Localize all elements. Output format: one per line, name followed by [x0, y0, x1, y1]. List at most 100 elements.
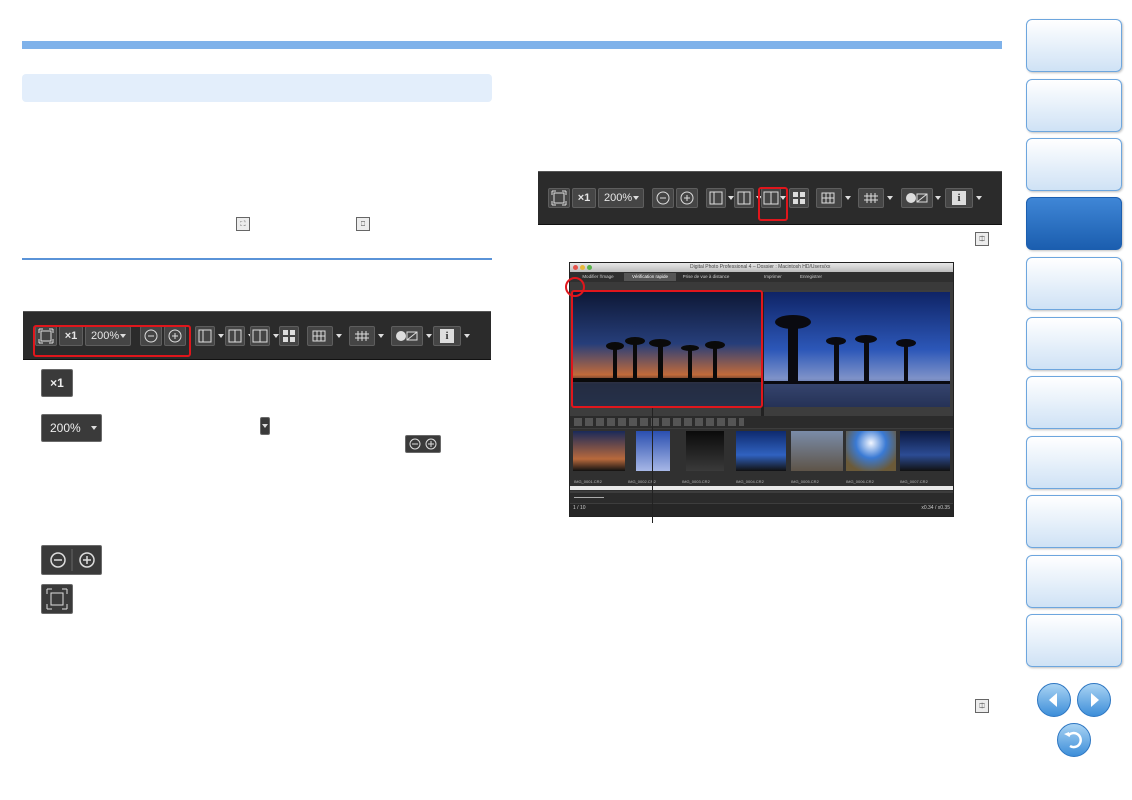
close-icon[interactable]: [573, 265, 578, 270]
fit-window-icon: [41, 584, 73, 614]
nav-tab-3[interactable]: [1026, 138, 1122, 191]
maximize-icon[interactable]: [587, 265, 592, 270]
multi-view-button[interactable]: [279, 325, 299, 346]
thumbnail[interactable]: [573, 431, 625, 471]
grid-button[interactable]: [307, 325, 333, 346]
return-button[interactable]: [1057, 723, 1091, 757]
thumb-label: IMG_0007.CR2: [900, 479, 928, 484]
one-to-one-button[interactable]: ×1: [572, 188, 596, 208]
section-heading-box: [22, 74, 492, 102]
thumbnail-strip: IMG_0001.CR2 IMG_0002.CR2 IMG_0003.CR2 I…: [570, 429, 953, 491]
chevron-down-icon[interactable]: [464, 333, 470, 338]
highlight-frame-left-pane: [571, 290, 763, 408]
inner-toolbar-buttons[interactable]: [574, 418, 744, 426]
info-button[interactable]: i: [945, 188, 973, 208]
bottom-toolbar: [570, 493, 953, 503]
chevron-down-icon: [91, 426, 97, 430]
chevron-down-icon[interactable]: [218, 333, 224, 338]
header-rule: [22, 41, 1002, 49]
grid-button[interactable]: [816, 188, 842, 208]
chevron-down-icon[interactable]: [935, 196, 941, 200]
inner-toolbar: [570, 416, 953, 428]
info-button[interactable]: i: [433, 325, 461, 346]
minimize-icon[interactable]: [580, 265, 585, 270]
zoom-out-button[interactable]: [652, 188, 674, 208]
thumbnail[interactable]: [686, 431, 724, 471]
thumbnail-selected[interactable]: [736, 431, 786, 471]
window-title: Digital Photo Professional 4 – Dossier :…: [690, 264, 831, 270]
tab-remote[interactable]: Prise de vue à distance: [678, 273, 734, 281]
thumb-label: IMG_0004.CR2: [736, 479, 764, 484]
tab-row: Modifier l'image Vérification rapide Pri…: [570, 272, 953, 282]
zoom-buttons-small-icon: [405, 435, 441, 453]
status-count: 1 / 10: [573, 505, 586, 511]
nav-tab-10[interactable]: [1026, 555, 1122, 608]
next-page-button[interactable]: [1077, 683, 1111, 717]
fit-icon-inline: ⛶: [236, 217, 250, 231]
thumb-label: IMG_0005.CR2: [791, 479, 819, 484]
zoom-select[interactable]: 200%: [598, 188, 644, 208]
chevron-down-icon[interactable]: [426, 333, 432, 338]
preview-image-right[interactable]: [764, 292, 950, 407]
layout-h-button[interactable]: [706, 188, 726, 208]
thumb-label: IMG_0003.CR2: [682, 479, 710, 484]
layout-v-button[interactable]: [734, 188, 754, 208]
print-button[interactable]: Imprimer: [764, 273, 794, 281]
af-point-button[interactable]: [349, 325, 375, 346]
tab-quick-check[interactable]: Vérification rapide: [624, 273, 676, 281]
scroll-bar[interactable]: [570, 486, 953, 490]
fit-button[interactable]: [548, 188, 570, 208]
chevron-down-icon[interactable]: [336, 333, 342, 338]
status-bar: 1 / 10 x0.34 / x0.35: [570, 504, 953, 516]
chevron-down-icon[interactable]: [845, 196, 851, 200]
chevron-down-icon[interactable]: [378, 333, 384, 338]
highlight-frame-compare: [758, 187, 788, 221]
zoom-select-icon-label: 200%: [50, 421, 81, 435]
thumbnail[interactable]: [636, 431, 670, 471]
layout-v-button[interactable]: [225, 325, 245, 346]
toolbar-left: ×1 200% i: [23, 311, 491, 360]
highlight-button[interactable]: [901, 188, 933, 208]
section-divider: [22, 258, 492, 260]
zoom-in-button[interactable]: [676, 188, 698, 208]
chevron-down-icon: [633, 196, 639, 200]
thumbnail[interactable]: [791, 431, 843, 471]
highlight-circle-pin: [565, 277, 585, 297]
window-titlebar: Digital Photo Professional 4 – Dossier :…: [570, 263, 953, 272]
af-point-button[interactable]: [858, 188, 884, 208]
zoom-out-in-icon: [41, 545, 102, 575]
compare-icon-inline-2: ⎅: [975, 699, 989, 713]
chevron-down-icon[interactable]: [976, 196, 982, 200]
nav-tab-11[interactable]: [1026, 614, 1122, 667]
thumbnail[interactable]: [846, 431, 896, 471]
nav-tab-2[interactable]: [1026, 79, 1122, 132]
compare-icon-inline: ⎅: [975, 232, 989, 246]
chevron-down-icon[interactable]: [887, 196, 893, 200]
nav-tab-9[interactable]: [1026, 495, 1122, 548]
multi-view-button[interactable]: [789, 188, 809, 208]
highlight-frame-zoom-group: [33, 325, 191, 357]
thumbnail[interactable]: [900, 431, 950, 471]
nav-tab-6[interactable]: [1026, 317, 1122, 370]
compare-button[interactable]: [250, 325, 270, 346]
chevron-down-icon: [262, 424, 268, 428]
layout-h-button[interactable]: [195, 325, 215, 346]
nav-tab-5[interactable]: [1026, 257, 1122, 310]
thumb-label: IMG_0006.CR2: [846, 479, 874, 484]
dropdown-arrow-icon: [260, 417, 270, 435]
callout-line: [652, 408, 653, 523]
zoom-select-icon: 200%: [41, 414, 102, 442]
prev-page-button[interactable]: [1037, 683, 1071, 717]
x1-icon: ×1: [41, 369, 73, 397]
zoom-value: 200%: [604, 192, 633, 204]
nav-tab-1[interactable]: [1026, 19, 1122, 72]
nav-tab-4-active[interactable]: [1026, 197, 1122, 250]
thumb-label: IMG_0001.CR2: [574, 479, 602, 484]
size-slider[interactable]: [574, 497, 604, 498]
save-button[interactable]: Enregistrer: [800, 273, 834, 281]
return-icon: [1064, 731, 1082, 749]
nav-tab-8[interactable]: [1026, 436, 1122, 489]
preview-header: [570, 282, 953, 290]
nav-tab-7[interactable]: [1026, 376, 1122, 429]
highlight-button[interactable]: [391, 325, 423, 346]
